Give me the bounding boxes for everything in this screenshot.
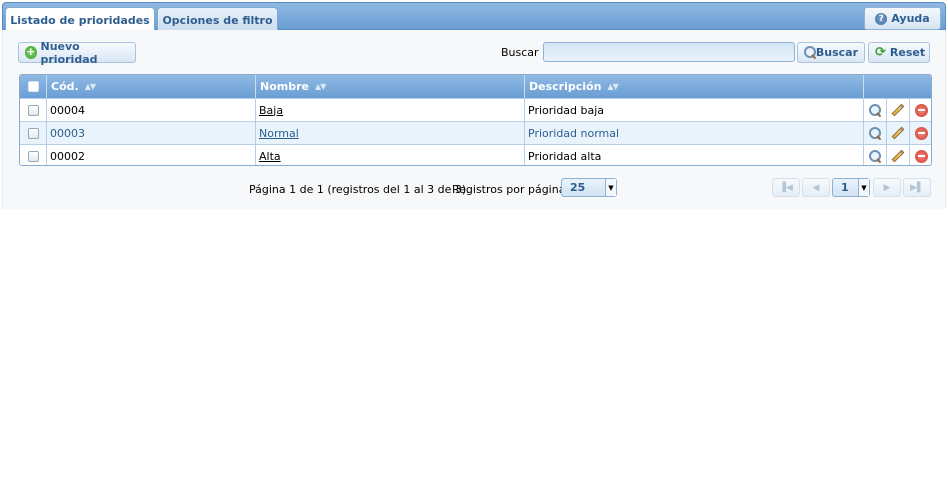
chevron-down-icon: ▼ xyxy=(858,179,869,196)
tab-opciones-filtro[interactable]: Opciones de filtro xyxy=(157,7,278,32)
table-row: 00003 Normal Prioridad normal xyxy=(20,121,931,144)
row-description: Prioridad baja xyxy=(525,99,864,121)
search-button-label: Buscar xyxy=(815,46,858,59)
main-panel: + Nuevo prioridad Buscar Buscar ⟳ Reset … xyxy=(2,30,946,209)
edit-button[interactable] xyxy=(887,145,910,165)
tab-bar: Listado de prioridades Opciones de filtr… xyxy=(2,2,946,32)
prev-page-icon: ◀ xyxy=(812,182,820,193)
first-page-button[interactable]: ▐◀ xyxy=(772,178,800,197)
row-name-cell: Baja xyxy=(256,99,525,121)
tab-listado-prioridades[interactable]: Listado de prioridades xyxy=(5,7,155,32)
search-input[interactable] xyxy=(543,42,795,62)
row-checkbox[interactable] xyxy=(28,150,39,162)
column-header-actions xyxy=(864,75,931,98)
row-select-cell xyxy=(20,99,47,121)
select-all-checkbox[interactable] xyxy=(28,81,39,92)
search-button[interactable]: Buscar xyxy=(797,42,865,63)
help-label: Ayuda xyxy=(891,12,930,25)
delete-icon xyxy=(915,149,928,163)
search-label: Buscar xyxy=(501,46,539,59)
row-checkbox[interactable] xyxy=(28,127,39,139)
row-description: Prioridad normal xyxy=(525,122,864,144)
delete-button[interactable] xyxy=(910,99,931,121)
row-code: 00003 xyxy=(47,122,256,144)
delete-button[interactable] xyxy=(910,122,931,144)
table-row: 00002 Alta Prioridad alta xyxy=(20,144,931,165)
column-header-code[interactable]: Cód. ▲▼ xyxy=(47,75,256,98)
next-page-icon: ▶ xyxy=(883,182,891,193)
reset-button[interactable]: ⟳ Reset xyxy=(868,42,930,63)
first-page-icon: ▐◀ xyxy=(779,182,793,193)
magnifier-icon xyxy=(868,103,882,117)
last-page-icon: ▶▌ xyxy=(910,182,924,193)
view-button[interactable] xyxy=(864,145,887,165)
sort-icon[interactable]: ▲▼ xyxy=(85,82,96,91)
per-page-value: 25 xyxy=(570,181,586,194)
delete-icon xyxy=(915,103,928,117)
edit-button[interactable] xyxy=(887,99,910,121)
view-button[interactable] xyxy=(864,99,887,121)
table-header: Cód. ▲▼ Nombre ▲▼ Descripción ▲▼ xyxy=(20,75,931,98)
sort-icon[interactable]: ▲▼ xyxy=(607,82,618,91)
magnifier-icon xyxy=(868,126,882,140)
pencil-icon xyxy=(891,149,905,163)
page-select[interactable]: 1 ▼ xyxy=(832,178,870,197)
view-button[interactable] xyxy=(864,122,887,144)
page-select-value: 1 xyxy=(841,181,849,194)
pencil-icon xyxy=(891,126,905,140)
select-all-cell xyxy=(20,75,47,98)
row-name-cell: Alta xyxy=(256,145,525,165)
row-name-link[interactable]: Normal xyxy=(259,127,299,140)
column-header-description[interactable]: Descripción ▲▼ xyxy=(525,75,864,98)
new-priority-label: Nuevo prioridad xyxy=(40,39,98,66)
search-icon xyxy=(804,46,816,59)
pencil-icon xyxy=(891,103,905,117)
help-button[interactable]: ? Ayuda xyxy=(864,7,941,30)
per-page-select[interactable]: 25 ▼ xyxy=(561,178,617,197)
row-code: 00002 xyxy=(47,145,256,165)
priorities-table: Cód. ▲▼ Nombre ▲▼ Descripción ▲▼ 00004 B… xyxy=(19,74,932,166)
row-name-link[interactable]: Baja xyxy=(259,104,283,117)
prev-page-button[interactable]: ◀ xyxy=(802,178,830,197)
column-name-label: Nombre xyxy=(260,80,309,93)
pager-summary: Página 1 de 1 (registros del 1 al 3 de 3… xyxy=(249,183,470,196)
per-page-label: Registros por página: xyxy=(452,183,570,196)
plus-icon: + xyxy=(25,45,37,59)
row-select-cell xyxy=(20,145,47,165)
row-select-cell xyxy=(20,122,47,144)
column-code-label: Cód. xyxy=(51,80,79,93)
last-page-button[interactable]: ▶▌ xyxy=(903,178,931,197)
table-row: 00004 Baja Prioridad baja xyxy=(20,98,931,121)
column-header-name[interactable]: Nombre ▲▼ xyxy=(256,75,525,98)
row-name-cell: Normal xyxy=(256,122,525,144)
reset-icon: ⟳ xyxy=(875,45,886,60)
delete-button[interactable] xyxy=(910,145,931,165)
magnifier-icon xyxy=(868,149,882,163)
column-description-label: Descripción xyxy=(529,80,602,93)
row-code: 00004 xyxy=(47,99,256,121)
help-icon: ? xyxy=(875,12,888,25)
delete-icon xyxy=(915,126,928,140)
reset-button-label: Reset xyxy=(889,46,926,59)
new-priority-button[interactable]: + Nuevo prioridad xyxy=(18,39,136,66)
edit-button[interactable] xyxy=(887,122,910,144)
next-page-button[interactable]: ▶ xyxy=(873,178,901,197)
app-window: Listado de prioridades Opciones de filtr… xyxy=(2,2,946,209)
sort-icon[interactable]: ▲▼ xyxy=(315,82,326,91)
chevron-down-icon: ▼ xyxy=(605,179,616,196)
row-name-link[interactable]: Alta xyxy=(259,150,281,163)
row-description: Prioridad alta xyxy=(525,145,864,165)
row-checkbox[interactable] xyxy=(28,104,39,116)
